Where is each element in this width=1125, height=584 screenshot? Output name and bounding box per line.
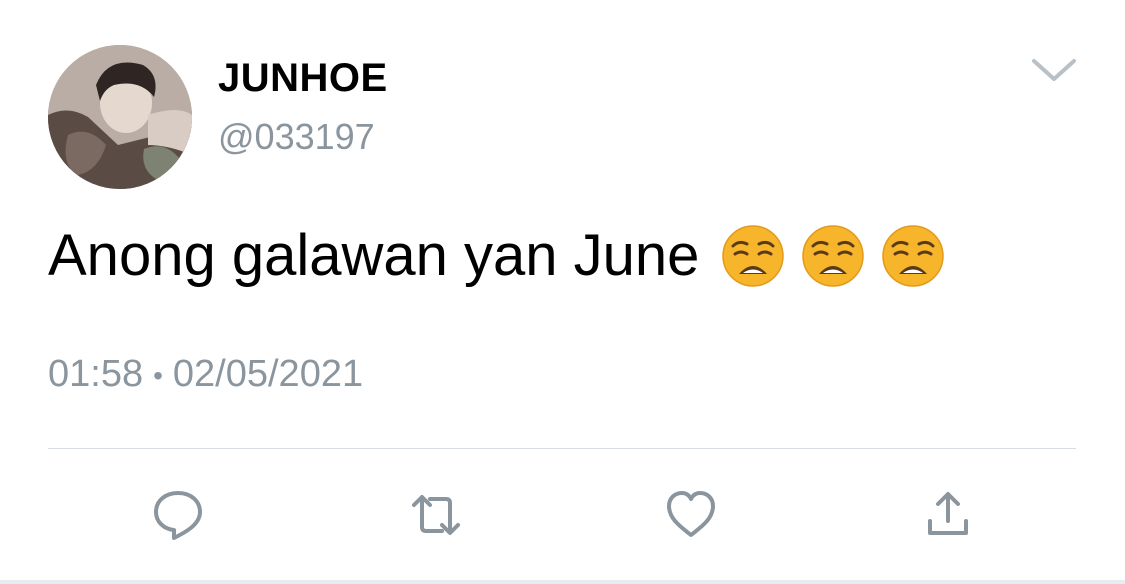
tweet-time: 01:58 (48, 353, 144, 395)
retweet-button[interactable] (408, 487, 464, 543)
weary-face-emoji (802, 224, 865, 287)
avatar-photo (48, 45, 192, 189)
emoji-group (721, 224, 945, 288)
chevron-down-icon[interactable] (1030, 55, 1078, 85)
reply-button[interactable] (150, 487, 206, 543)
meta-separator: • (153, 359, 163, 391)
tweet-text: Anong galawan yan June (48, 223, 700, 288)
tweet-timestamp[interactable]: 01:58 • 02/05/2021 (48, 353, 363, 396)
tweet-card: JUNHOE @033197 Anong galawan yan June 01… (0, 0, 1125, 584)
retweet-icon (412, 495, 460, 535)
share-button[interactable] (920, 487, 976, 543)
share-icon (928, 492, 968, 535)
like-button[interactable] (663, 487, 719, 543)
display-name[interactable]: JUNHOE (218, 56, 388, 101)
tweet-date: 02/05/2021 (172, 353, 364, 395)
avatar[interactable] (48, 45, 192, 189)
heart-icon (667, 491, 715, 537)
bottom-separator (0, 580, 1125, 584)
weary-face-emoji (722, 224, 785, 287)
user-handle[interactable]: @033197 (218, 116, 375, 158)
tweet-body: Anong galawan yan June (48, 222, 945, 289)
reply-icon (154, 491, 202, 540)
divider (48, 448, 1076, 449)
weary-face-emoji (882, 224, 945, 287)
